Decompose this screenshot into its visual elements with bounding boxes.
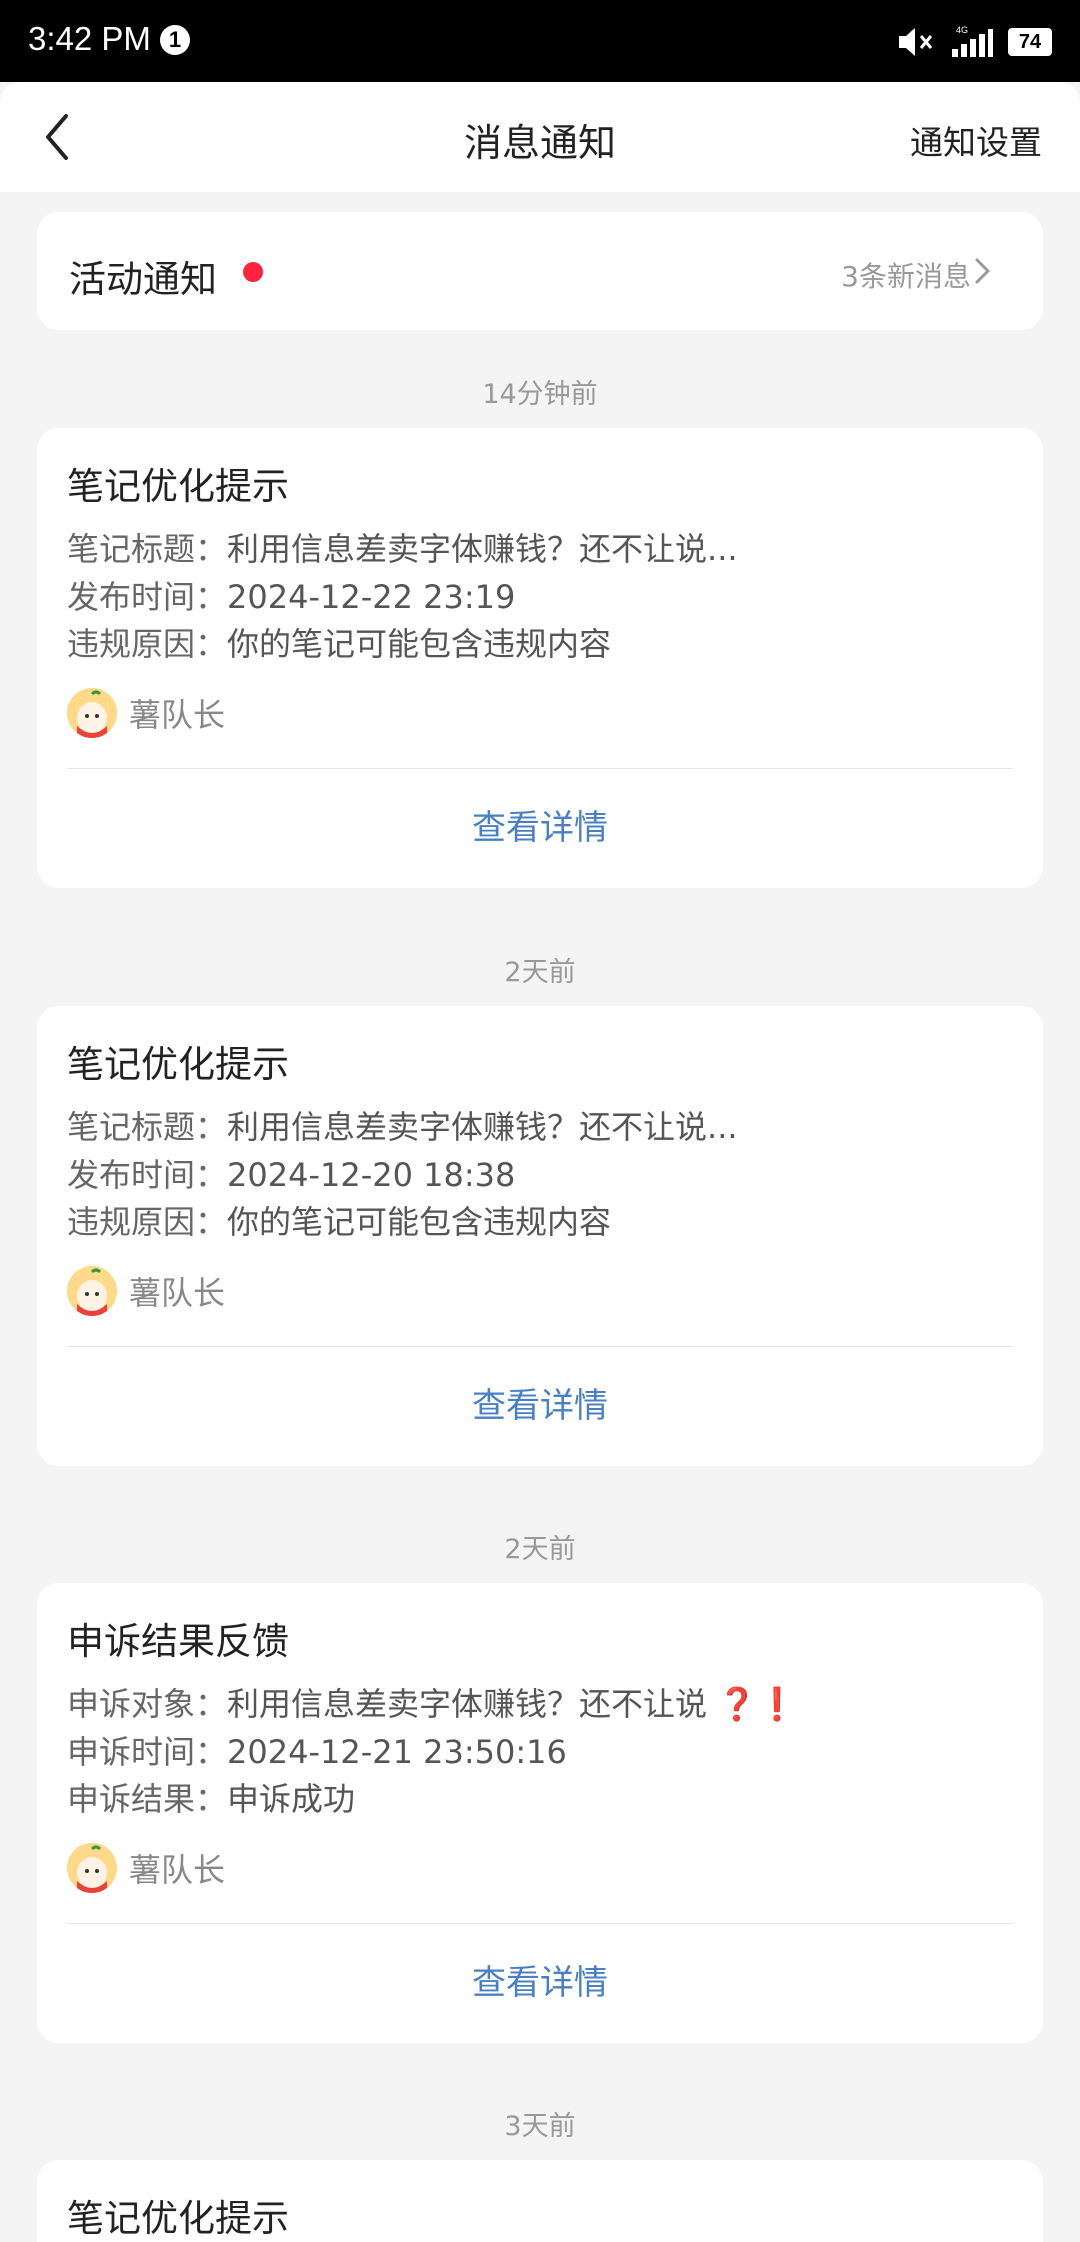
card-line: 申诉时间：2024-12-21 23:50:16 [67,1727,567,1773]
new-message-count: 3条新消息 [841,260,971,293]
line-value: 利用信息差卖字体赚钱？还不让说... [227,1108,738,1146]
line-value: 你的笔记可能包含违规内容 [227,625,612,663]
notification-card: 笔记优化提示 [37,2160,1043,2242]
notification-badge-icon: 1 [160,25,190,55]
status-icons: 4G 74 [896,22,1052,62]
activity-title: 活动通知 [69,258,217,301]
line-value: 2024-12-21 23:50:16 [227,1733,567,1771]
time-label: 3天前 [504,2111,576,2142]
question-exclamation-emoji: ❓❗ [717,1685,797,1723]
line-label: 申诉时间： [67,1733,228,1771]
card-line: 违规原因：你的笔记可能包含违规内容 [67,619,611,665]
notification-card: 申诉结果反馈 申诉对象：利用信息差卖字体赚钱？还不让说 ❓❗ 申诉时间：2024… [37,1583,1043,2043]
author-name: 薯队长 [129,696,226,734]
line-value: 你的笔记可能包含违规内容 [227,1203,612,1241]
author[interactable]: 薯队长 [67,1264,225,1318]
avatar [67,1843,117,1893]
line-value: 利用信息差卖字体赚钱？还不让说... [227,530,738,568]
activity-notification-row[interactable]: 活动通知 3条新消息 [37,212,1043,330]
divider [67,1923,1013,1924]
view-details-button[interactable]: 查看详情 [37,1378,1043,1427]
card-title: 申诉结果反馈 [67,1620,289,1663]
card-line: 发布时间：2024-12-22 23:19 [67,572,515,618]
svg-text:4G: 4G [956,25,968,35]
line-label: 违规原因： [67,625,228,663]
status-time: 3:42 PM [28,20,151,57]
card-line: 申诉对象：利用信息差卖字体赚钱？还不让说 ❓❗ [67,1679,797,1725]
notification-card: 笔记优化提示 笔记标题：利用信息差卖字体赚钱？还不让说... 发布时间：2024… [37,428,1043,888]
time-label: 2天前 [504,957,576,988]
author-name: 薯队长 [129,1851,226,1889]
chevron-right-icon [975,258,990,284]
notification-settings-link[interactable]: 通知设置 [910,116,1042,164]
header-bar: 消息通知 通知设置 [0,82,1080,192]
card-line: 笔记标题：利用信息差卖字体赚钱？还不让说... [67,1102,738,1148]
card-title: 笔记优化提示 [67,1043,289,1086]
line-value: 申诉成功 [227,1780,356,1818]
card-line: 违规原因：你的笔记可能包含违规内容 [67,1197,611,1243]
volume-mute-icon [899,28,933,56]
line-label: 违规原因： [67,1203,228,1241]
line-label: 发布时间： [67,578,228,616]
unread-dot [243,262,263,282]
notification-card: 笔记优化提示 笔记标题：利用信息差卖字体赚钱？还不让说... 发布时间：2024… [37,1006,1043,1466]
author[interactable]: 薯队长 [67,1841,225,1895]
time-label: 14分钟前 [482,379,598,410]
signal-icon: 4G [952,25,993,57]
line-label: 申诉对象： [67,1685,228,1723]
card-title: 笔记优化提示 [67,465,289,508]
author-name: 薯队长 [129,1274,226,1312]
card-line: 笔记标题：利用信息差卖字体赚钱？还不让说... [67,524,738,570]
avatar [67,1266,117,1316]
line-label: 申诉结果： [67,1780,228,1818]
line-value: 利用信息差卖字体赚钱？还不让说 [227,1685,708,1723]
avatar [67,688,117,738]
card-line: 申诉结果：申诉成功 [67,1774,355,1820]
battery-indicator: 74 [1008,28,1052,56]
status-bar: 3:42 PM 1 4G 74 [0,0,1080,82]
line-value: 2024-12-22 23:19 [227,578,516,616]
view-details-button[interactable]: 查看详情 [37,1955,1043,2004]
divider [67,1346,1013,1347]
line-label: 笔记标题： [67,530,228,568]
divider [67,768,1013,769]
card-line: 发布时间：2024-12-20 18:38 [67,1150,515,1196]
line-value: 2024-12-20 18:38 [227,1156,516,1194]
line-label: 发布时间： [67,1156,228,1194]
view-details-button[interactable]: 查看详情 [37,800,1043,849]
line-label: 笔记标题： [67,1108,228,1146]
time-label: 2天前 [504,1534,576,1565]
author[interactable]: 薯队长 [67,686,225,740]
card-title: 笔记优化提示 [67,2197,289,2240]
